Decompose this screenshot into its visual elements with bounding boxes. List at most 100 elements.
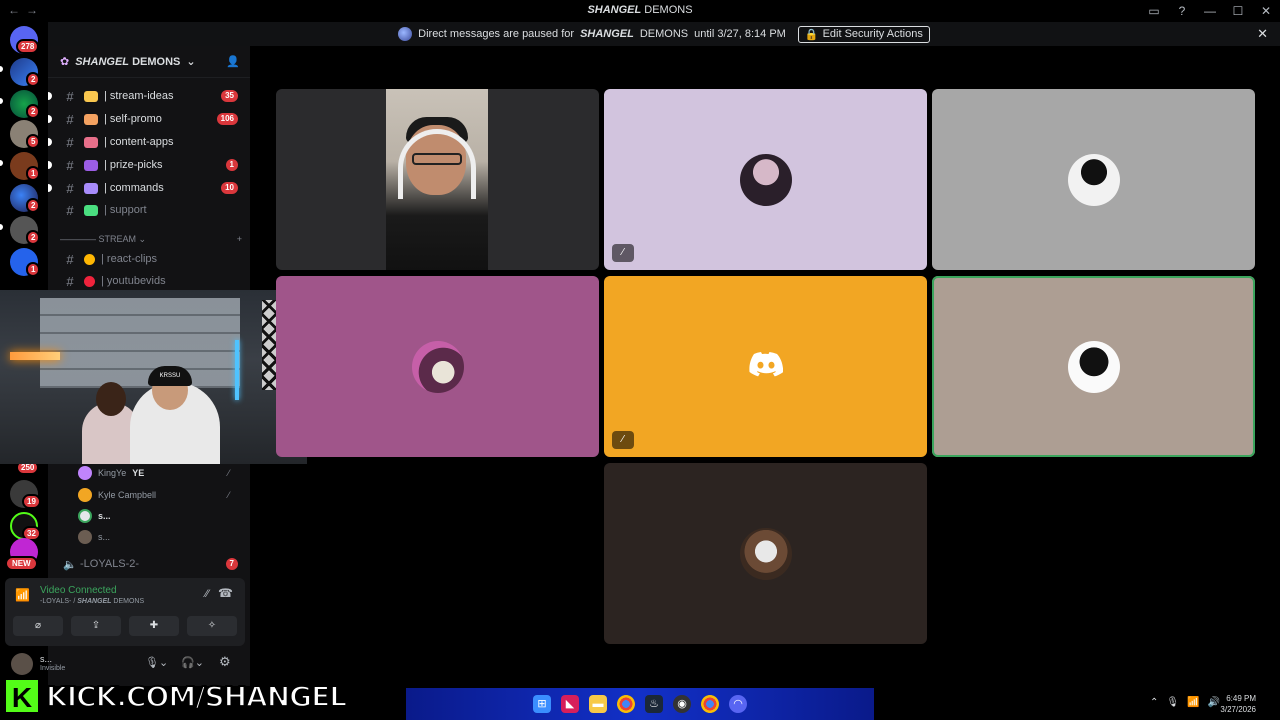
channel-react-clips[interactable]: # | react-clips bbox=[56, 248, 242, 270]
invite-icon[interactable]: 👤 bbox=[226, 55, 240, 68]
help-icon[interactable]: ? bbox=[1168, 0, 1196, 22]
voice-user-kingye[interactable]: KingYe YE ⁄ bbox=[78, 466, 230, 480]
inbox-icon[interactable]: ▭ bbox=[1140, 0, 1168, 22]
kick-overlay: K KICK.COM/SHANGEL bbox=[4, 677, 348, 715]
soundboard-button[interactable]: ✧ bbox=[187, 616, 237, 636]
gear-icon[interactable]: ⚙ bbox=[219, 654, 231, 670]
banner-text-before: Direct messages are paused for bbox=[418, 28, 575, 40]
mic-muted-icon: ⁄ bbox=[228, 468, 230, 478]
channel-content-apps[interactable]: # | content-apps bbox=[48, 131, 242, 153]
obs-icon[interactable]: ◉ bbox=[673, 695, 691, 713]
unread-pill bbox=[0, 160, 3, 166]
avatar bbox=[1067, 340, 1120, 393]
user-panel: s... Invisible 🎙⌄ 🎧⌄ ⚙ bbox=[5, 650, 245, 678]
tray-icons[interactable]: ⌃🎙📶🔊 bbox=[1150, 697, 1228, 708]
chevron-down-icon: ⌄ bbox=[186, 56, 196, 68]
unread-pill bbox=[0, 224, 3, 230]
activities-button[interactable]: ✚ bbox=[129, 616, 179, 636]
windows-start-icon[interactable]: ⊞ bbox=[533, 695, 551, 713]
avatar bbox=[739, 153, 792, 206]
channel-label: | commands bbox=[104, 182, 164, 194]
hash-icon: # bbox=[66, 180, 74, 196]
mention-count: 35 bbox=[221, 90, 238, 102]
avatar[interactable] bbox=[11, 653, 33, 675]
hash-icon: # bbox=[66, 157, 74, 173]
banner-text-after: until 3/27, 8:14 PM bbox=[694, 28, 786, 40]
channel-stream-ideas[interactable]: # | stream-ideas 35 bbox=[48, 85, 242, 107]
title-bar: ←→ SHANGEL DEMONS ▭ ? — ☐ ✕ bbox=[0, 0, 1280, 22]
clock[interactable]: 6:49 PM 3/27/2026 bbox=[1220, 693, 1256, 715]
chrome-icon-2[interactable] bbox=[701, 695, 719, 713]
avatar bbox=[78, 466, 92, 480]
video-tile-user-7[interactable] bbox=[604, 463, 927, 644]
voice-location-rest: DEMONS bbox=[111, 598, 145, 605]
steam-icon[interactable]: ♨ bbox=[645, 695, 663, 713]
mention-count: 7 bbox=[225, 558, 238, 570]
voice-user-s2[interactable]: s... bbox=[78, 530, 110, 544]
category-stream[interactable]: ———— STREAM ⌄ + bbox=[60, 234, 242, 245]
unread-pill bbox=[0, 66, 3, 72]
voice-location: -LOYALS- / SHANGEL DEMONS bbox=[40, 598, 144, 605]
noise-suppression-icon[interactable]: ⁄⁄ bbox=[205, 588, 209, 600]
channel-prize-picks[interactable]: # | prize-picks 1 bbox=[48, 154, 242, 176]
unread-indicator bbox=[48, 138, 52, 146]
chrome-icon[interactable] bbox=[617, 695, 635, 713]
headset bbox=[398, 129, 476, 199]
channel-support[interactable]: # | support bbox=[56, 199, 242, 221]
beanie: KRSSU bbox=[148, 366, 192, 386]
neon-light bbox=[235, 340, 239, 400]
voice-channel-loyals-2[interactable]: 🔈 -LOYALS-2- 7 bbox=[56, 553, 242, 575]
emoji-icon bbox=[84, 253, 95, 265]
edit-security-actions-button[interactable]: 🔒 Edit Security Actions bbox=[797, 25, 930, 43]
windows-taskbar: ⊞ ◣ ▬ ♨ ◉ ◠ bbox=[406, 688, 874, 720]
voice-user-name: KingYe bbox=[98, 468, 127, 478]
minimize-button[interactable]: — bbox=[1196, 0, 1224, 22]
mention-count: 106 bbox=[216, 113, 238, 125]
app-icon[interactable]: ◣ bbox=[561, 695, 579, 713]
server-header[interactable]: ✿ SHANGEL DEMONS ⌄ 👤 bbox=[48, 46, 250, 78]
mic-muted-icon: ⁄ bbox=[612, 244, 634, 262]
maximize-button[interactable]: ☐ bbox=[1224, 0, 1252, 22]
headphones-icon[interactable]: 🎧⌄ bbox=[181, 656, 204, 669]
video-tile-user-3[interactable] bbox=[932, 89, 1255, 270]
video-tile-user-4[interactable] bbox=[276, 276, 599, 457]
speaker-icon: 🔈 bbox=[63, 558, 77, 571]
video-tile-camera[interactable] bbox=[276, 89, 599, 270]
avatar bbox=[411, 340, 464, 393]
server-badge-4: 1 bbox=[26, 166, 41, 181]
user-status: Invisible bbox=[40, 665, 66, 672]
channel-label: | self-promo bbox=[104, 113, 162, 125]
close-icon[interactable]: ✕ bbox=[1257, 26, 1268, 42]
add-channel-icon[interactable]: + bbox=[237, 234, 242, 245]
disconnect-icon[interactable]: ☎ bbox=[218, 586, 233, 600]
voice-status[interactable]: Video Connected bbox=[40, 585, 117, 596]
camera-off-button[interactable]: ⌀ bbox=[13, 616, 63, 636]
lock-icon: 🔒 bbox=[804, 28, 819, 41]
folder-icon[interactable]: ▬ bbox=[589, 695, 607, 713]
channel-label: | react-clips bbox=[101, 253, 158, 265]
voice-user-kyle[interactable]: Kyle Campbell ⁄ bbox=[78, 488, 230, 502]
video-tile-user-6[interactable] bbox=[932, 276, 1255, 457]
close-window-button[interactable]: ✕ bbox=[1252, 0, 1280, 22]
voice-user-tag: YE bbox=[132, 468, 145, 478]
unread-indicator bbox=[48, 161, 52, 169]
unread-indicator bbox=[48, 92, 52, 100]
channel-youtubevids[interactable]: # | youtubevids bbox=[56, 270, 242, 292]
video-tile-user-2[interactable]: ⁄ bbox=[604, 89, 927, 270]
discord-icon[interactable]: ◠ bbox=[729, 695, 747, 713]
clover-icon bbox=[84, 204, 98, 216]
screen-share-button[interactable]: ⇪ bbox=[71, 616, 121, 636]
channel-label: | content-apps bbox=[104, 136, 174, 148]
channel-label: | youtubevids bbox=[101, 275, 166, 287]
channel-self-promo[interactable]: # | self-promo 106 bbox=[48, 108, 242, 130]
server-badge-icon: ✿ bbox=[60, 56, 70, 68]
video-tile-user-5[interactable]: ⁄ bbox=[604, 276, 927, 457]
microphone-icon[interactable]: 🎙⌄ bbox=[145, 656, 168, 669]
channel-commands[interactable]: # | commands 10 bbox=[48, 177, 242, 199]
avatar bbox=[78, 530, 92, 544]
streamer-webcam-overlay: KRSSU bbox=[0, 290, 307, 464]
mic-muted-icon: ⁄ bbox=[612, 431, 634, 449]
voice-user-s1[interactable]: s... bbox=[78, 509, 111, 523]
clock-date: 3/27/2026 bbox=[1220, 705, 1256, 714]
unread-indicator bbox=[48, 184, 52, 192]
